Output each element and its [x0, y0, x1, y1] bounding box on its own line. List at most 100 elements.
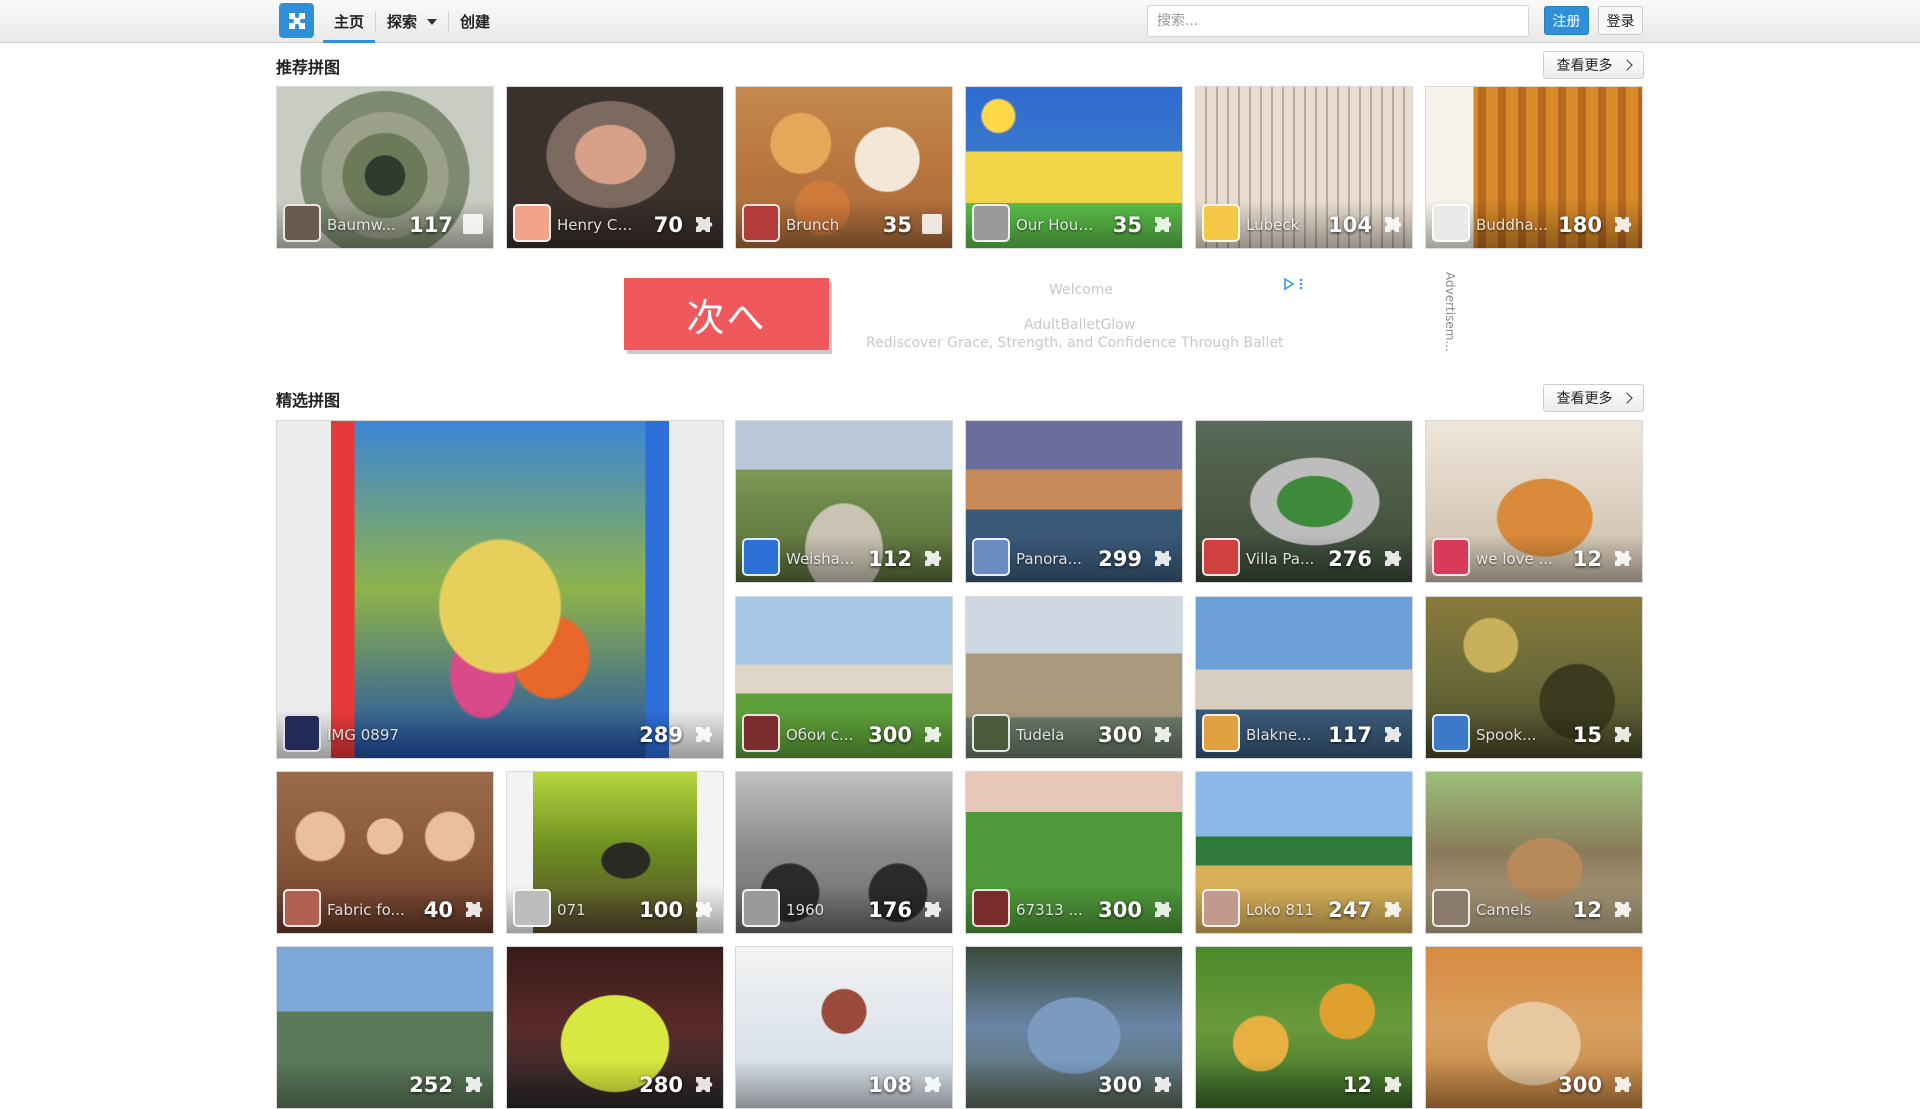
puzzle-title: Blakne...	[1246, 726, 1312, 744]
advertisement-banner[interactable]: 次へ Welcome AdultBalletGlow Rediscover Gr…	[590, 272, 1310, 362]
nav-home-label: 主页	[334, 13, 365, 31]
puzzle-card[interactable]: Blakne... 117	[1195, 596, 1413, 759]
user-avatar[interactable]	[742, 714, 780, 752]
login-button[interactable]: 登录	[1598, 6, 1643, 35]
recommended-section-title: 推荐拼图	[276, 58, 341, 77]
nav-home[interactable]: 主页	[323, 0, 376, 43]
puzzle-card[interactable]: Brunch 35	[735, 86, 953, 249]
puzzle-card[interactable]: Lubeck 104	[1195, 86, 1413, 249]
featured-see-more-button[interactable]: 查看更多	[1543, 384, 1644, 412]
puzzle-card[interactable]: 252	[276, 946, 494, 1109]
puzzle-card[interactable]: Loko 811 247	[1195, 771, 1413, 934]
puzzle-card[interactable]: Villa Pa... 276	[1195, 420, 1413, 583]
search-input[interactable]	[1147, 5, 1529, 37]
user-avatar[interactable]	[1202, 714, 1240, 752]
user-avatar[interactable]	[513, 889, 551, 927]
piece-count: 117	[1328, 723, 1372, 747]
site-logo-icon[interactable]	[279, 3, 314, 38]
user-avatar[interactable]	[742, 538, 780, 576]
puzzle-card[interactable]: Buddha... 180	[1425, 86, 1643, 249]
puzzle-piece-icon	[1610, 897, 1634, 921]
recommended-see-more-button[interactable]: 查看更多	[1543, 51, 1644, 79]
nav-explore[interactable]: 探索	[376, 0, 448, 43]
puzzle-card[interactable]: 1960 176	[735, 771, 953, 934]
puzzle-card[interactable]: Camels 12	[1425, 771, 1643, 934]
user-avatar[interactable]	[1432, 714, 1470, 752]
piece-count: 300	[1098, 723, 1142, 747]
user-avatar[interactable]	[1432, 538, 1470, 576]
nav-explore-label: 探索	[387, 13, 418, 31]
adchoices-icon[interactable]	[1283, 277, 1305, 291]
puzzle-title: Camels	[1476, 901, 1532, 919]
user-avatar[interactable]	[742, 889, 780, 927]
puzzle-card[interactable]: 071 100	[506, 771, 724, 934]
puzzle-card[interactable]: we love ... 12	[1425, 420, 1643, 583]
puzzle-card[interactable]: Обои с... 300	[735, 596, 953, 759]
user-avatar[interactable]	[513, 204, 551, 242]
square-piece-icon	[922, 214, 942, 234]
puzzle-title: Villa Pa...	[1246, 550, 1315, 568]
piece-count: 112	[868, 547, 912, 571]
piece-count: 300	[868, 723, 912, 747]
puzzle-card[interactable]: 67313 ... 300	[965, 771, 1183, 934]
user-avatar[interactable]	[283, 204, 321, 242]
nav-create[interactable]: 创建	[449, 0, 501, 43]
piece-count: 12	[1342, 1073, 1372, 1097]
piece-count: 289	[639, 723, 683, 747]
piece-count: 300	[1098, 898, 1142, 922]
puzzle-card[interactable]: 300	[1425, 946, 1643, 1109]
puzzle-card[interactable]: 108	[735, 946, 953, 1109]
puzzle-card[interactable]: Baumw... 117	[276, 86, 494, 249]
puzzle-card[interactable]: Weisha... 112	[735, 420, 953, 583]
piece-count: 12	[1572, 547, 1602, 571]
piece-count: 12	[1572, 898, 1602, 922]
piece-count: 40	[423, 898, 453, 922]
user-avatar[interactable]	[283, 889, 321, 927]
user-avatar[interactable]	[972, 204, 1010, 242]
user-avatar[interactable]	[972, 538, 1010, 576]
advertisement-label: Advertisem...	[1443, 272, 1457, 352]
featured-puzzle-card-large[interactable]: IMG 0897 289	[276, 420, 724, 759]
puzzle-piece-icon	[691, 722, 715, 746]
featured-section-title: 精选拼图	[276, 391, 341, 410]
puzzle-card[interactable]: Fabric fo... 40	[276, 771, 494, 934]
user-avatar[interactable]	[1432, 889, 1470, 927]
user-avatar[interactable]	[1202, 538, 1240, 576]
user-avatar[interactable]	[742, 204, 780, 242]
user-avatar[interactable]	[283, 714, 321, 752]
puzzle-title: Buddha...	[1476, 216, 1548, 234]
puzzle-piece-icon	[461, 897, 485, 921]
puzzle-card[interactable]: Tudela 300	[965, 596, 1183, 759]
puzzle-card[interactable]: 12	[1195, 946, 1413, 1109]
puzzle-title: 071	[557, 901, 586, 919]
user-avatar[interactable]	[1202, 889, 1240, 927]
puzzle-piece-icon	[1380, 1072, 1404, 1096]
chevron-right-icon	[1620, 59, 1633, 71]
piece-count: 117	[409, 213, 453, 237]
user-avatar[interactable]	[972, 889, 1010, 927]
register-button[interactable]: 注册	[1544, 6, 1589, 35]
ad-next-button[interactable]: 次へ	[624, 278, 829, 350]
user-avatar[interactable]	[1202, 204, 1240, 242]
user-avatar[interactable]	[972, 714, 1010, 752]
see-more-label: 查看更多	[1556, 58, 1613, 74]
puzzle-title: we love ...	[1476, 550, 1553, 568]
puzzle-card[interactable]: Our Hous... 35	[965, 86, 1183, 249]
puzzle-piece-icon	[1610, 1072, 1634, 1096]
puzzle-title: Brunch	[786, 216, 840, 234]
puzzle-card[interactable]: Panora... 299	[965, 420, 1183, 583]
puzzle-card[interactable]: 300	[965, 946, 1183, 1109]
puzzle-card[interactable]: 280	[506, 946, 724, 1109]
puzzle-card[interactable]: Henry Ca... 70	[506, 86, 724, 249]
puzzle-title: Weisha...	[786, 550, 855, 568]
square-piece-icon	[463, 214, 483, 234]
piece-count: 35	[1112, 213, 1142, 237]
puzzle-piece-icon	[691, 1072, 715, 1096]
user-avatar[interactable]	[1432, 204, 1470, 242]
puzzle-piece-icon	[1380, 722, 1404, 746]
puzzle-thumbnail	[331, 421, 669, 758]
puzzle-card[interactable]: Spook... 15	[1425, 596, 1643, 759]
puzzle-piece-icon	[1150, 722, 1174, 746]
piece-count: 35	[882, 213, 912, 237]
puzzle-title: Our Hous...	[1016, 216, 1098, 234]
